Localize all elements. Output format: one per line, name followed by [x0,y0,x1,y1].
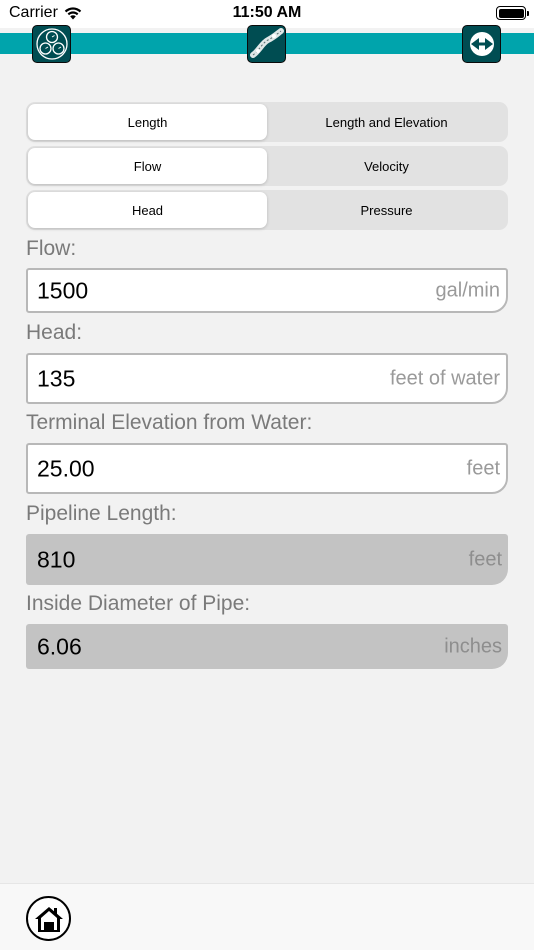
inside-diameter-label: Inside Diameter of Pipe: [26,592,251,615]
pipeline-icon-graphic [249,28,284,58]
inside-diameter-field: 6.06 inches [26,624,508,669]
terminal-elevation-field[interactable]: 25.00 feet [26,443,508,494]
pipeline-length-label: Pipeline Length: [26,502,177,525]
inside-diameter-value: 6.06 [37,633,82,659]
segment-flow[interactable]: Flow [28,148,267,184]
home-icon [34,906,63,932]
home-button[interactable] [26,896,71,941]
head-value: 135 [37,365,76,391]
head-field[interactable]: 135 feet of water [26,353,508,404]
inside-diameter-unit: inches [444,635,502,657]
segment-length-and-elevation[interactable]: Length and Elevation [267,104,506,140]
circles-icon[interactable] [32,25,71,63]
status-bar: Carrier 11:50 AM [0,0,534,28]
pipeline-icon[interactable] [247,25,286,63]
pump-icon[interactable] [462,25,501,63]
pipeline-length-unit: feet [468,548,502,570]
status-time: 11:50 AM [232,4,302,21]
flow-type-segmented-control: Flow Velocity [26,146,508,186]
terminal-elevation-unit: feet [466,457,500,479]
head-type-segmented-control: Head Pressure [26,190,508,230]
segment-length[interactable]: Length [28,104,267,140]
flow-value: 1500 [37,277,89,303]
flow-field[interactable]: 1500 gal/min [26,268,508,313]
tab-bar [0,883,534,950]
mode-segmented-control: Length Length and Elevation [26,102,508,142]
segment-head[interactable]: Head [28,192,267,228]
head-unit: feet of water [389,367,500,389]
flow-label: Flow: [26,237,77,260]
circles-icon-graphic [35,28,68,60]
battery-icon [496,6,529,20]
segment-velocity[interactable]: Velocity [267,148,506,184]
terminal-elevation-value: 25.00 [37,455,95,481]
head-label: Head: [26,321,83,344]
terminal-elevation-label: Terminal Elevation from Water: [26,411,313,434]
flow-unit: gal/min [435,279,500,301]
segment-pressure[interactable]: Pressure [267,192,506,228]
pipeline-length-field: 810 feet [26,534,508,585]
pump-icon-graphic [469,32,494,56]
pipeline-length-value: 810 [37,546,76,572]
